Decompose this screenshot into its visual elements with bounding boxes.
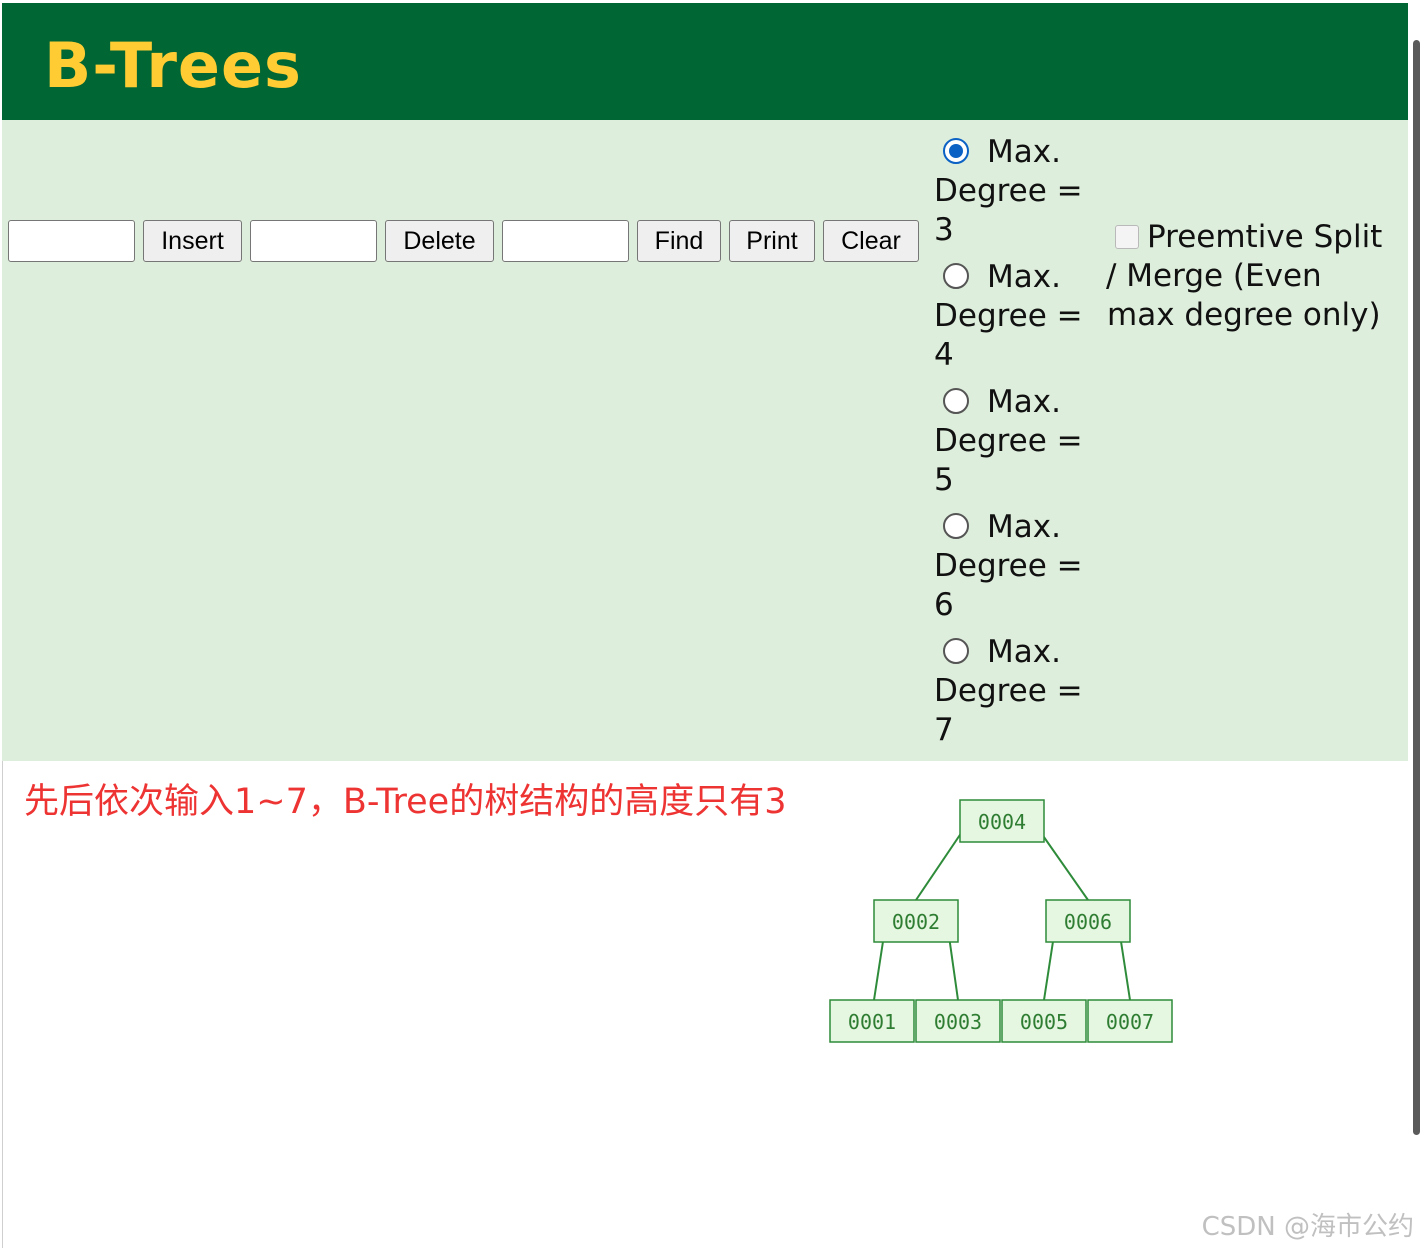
node-key: 0007 — [1106, 1010, 1154, 1034]
radio-button[interactable] — [943, 388, 969, 414]
degree-option-value: 4 — [934, 337, 954, 373]
delete-button[interactable]: Delete — [385, 220, 494, 262]
degree-option-label: Degree = — [934, 423, 1083, 459]
degree-option-4[interactable]: Max. Degree = 4 — [934, 258, 1094, 375]
btree-canvas: 0004 0002 0006 0001 0003 0005 0007 — [829, 799, 1173, 1043]
find-button[interactable]: Find — [637, 220, 721, 262]
radio-button[interactable] — [943, 513, 969, 539]
preemptive-label: Preemtive Split / Merge (Even max degree… — [1100, 218, 1400, 335]
degree-option-value: 6 — [934, 587, 954, 623]
tree-node-root: 0004 — [959, 799, 1045, 843]
print-button[interactable]: Print — [729, 220, 815, 262]
preemptive-label-line: Preemtive Split — [1147, 219, 1383, 255]
tree-leaf-7: 0007 — [1087, 999, 1173, 1043]
header-bar: B-Trees — [2, 3, 1408, 120]
degree-option-7[interactable]: Max. Degree = 7 — [934, 633, 1094, 750]
watermark: CSDN @海市公约 — [1201, 1212, 1414, 1242]
degree-option-label: Degree = — [934, 298, 1083, 334]
degree-option-6[interactable]: Max. Degree = 6 — [934, 508, 1094, 625]
radio-button[interactable] — [943, 638, 969, 664]
preemptive-label-line: / Merge (Even — [1106, 258, 1322, 294]
tree-leaf-3: 0003 — [915, 999, 1001, 1043]
degree-option-label: Degree = — [934, 673, 1083, 709]
degree-option-5[interactable]: Max. Degree = 5 — [934, 383, 1094, 500]
tree-node-left: 0002 — [873, 899, 959, 943]
node-key: 0001 — [848, 1010, 896, 1034]
degree-option-label: Degree = — [934, 173, 1083, 209]
degree-option-value: 7 — [934, 712, 954, 748]
node-key: 0005 — [1020, 1010, 1068, 1034]
annotation-caption: 先后依次输入1~7，B-Tree的树结构的高度只有3 — [24, 782, 787, 822]
degree-option-value: 3 — [934, 212, 954, 248]
degree-option-label: Degree = — [934, 548, 1083, 584]
find-input[interactable] — [502, 220, 629, 262]
radio-button[interactable] — [943, 263, 969, 289]
tree-leaf-5: 0005 — [1001, 999, 1087, 1043]
node-key: 0004 — [978, 810, 1026, 834]
radio-button[interactable] — [943, 138, 969, 164]
node-key: 0003 — [934, 1010, 982, 1034]
degree-option-value: 5 — [934, 462, 954, 498]
node-key: 0006 — [1064, 910, 1112, 934]
page-title: B-Trees — [44, 29, 302, 102]
insert-input[interactable] — [8, 220, 135, 262]
control-panel — [2, 120, 1408, 761]
tree-node-right: 0006 — [1045, 899, 1131, 943]
node-key: 0002 — [892, 910, 940, 934]
preemptive-label-line: max degree only) — [1107, 297, 1381, 333]
insert-button[interactable]: Insert — [143, 220, 242, 262]
tree-leaf-1: 0001 — [829, 999, 915, 1043]
degree-option-3[interactable]: Max. Degree = 3 — [934, 133, 1094, 250]
clear-button[interactable]: Clear — [823, 220, 919, 262]
vertical-scrollbar[interactable] — [1413, 40, 1420, 1135]
delete-input[interactable] — [250, 220, 377, 262]
